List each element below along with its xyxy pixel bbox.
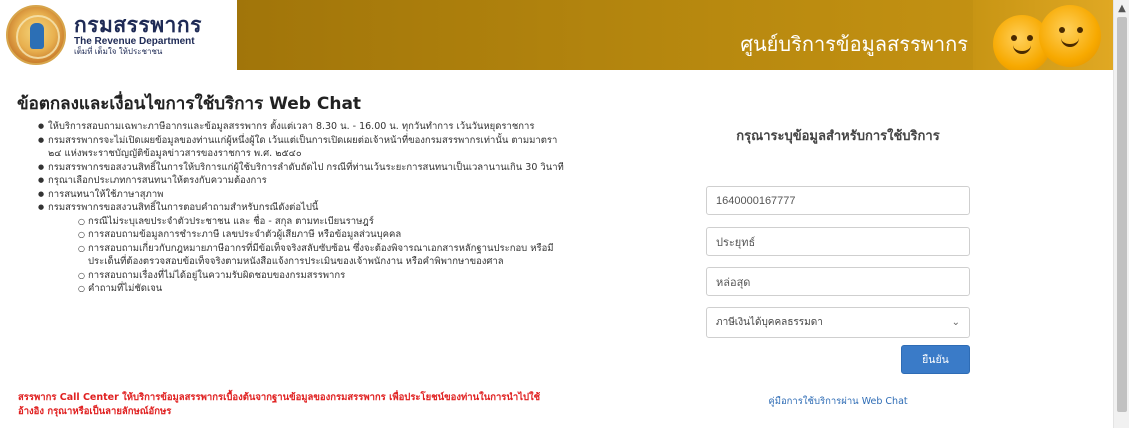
term-item: กรมสรรพากรจะไม่เปิดเผยข้อมูลของท่านแก่ผู… — [38, 134, 568, 161]
brand-area[interactable]: กรมสรรพากร The Revenue Department เต็มที… — [0, 0, 237, 70]
revenue-department-seal-icon — [6, 5, 66, 65]
term-item-exceptions: กรมสรรพากรขอสงวนสิทธิ์ในการตอบคำถามสำหรั… — [38, 201, 568, 296]
term-item: ให้บริการสอบถามเฉพาะภาษีอากรและข้อมูลสรร… — [38, 120, 568, 134]
first-name-input[interactable] — [706, 227, 970, 256]
exceptions-list: กรณีไม่ระบุเลขประจำตัวประชาชน และ ชื่อ -… — [78, 215, 568, 296]
term-item: กรุณาเลือกประเภทการสนทนาให้ตรงกับความต้อ… — [38, 174, 568, 188]
brand-text: กรมสรรพากร The Revenue Department เต็มที… — [74, 14, 202, 57]
exception-item: การสอบถามเกี่ยวกับกฎหมายภาษีอากรที่มีข้อ… — [78, 242, 568, 269]
chevron-down-icon: ⌄ — [951, 317, 960, 328]
user-manual-link[interactable]: คู่มือการใช้บริการผ่าน Web Chat — [706, 394, 970, 409]
term-item-text: กรมสรรพากรขอสงวนสิทธิ์ในการตอบคำถามสำหรั… — [48, 202, 319, 213]
banner-title: ศูนย์บริการข้อมูลสรรพากร — [740, 32, 968, 56]
page-scrollbar[interactable]: ▲ — [1113, 0, 1129, 428]
term-item: กรมสรรพากรขอสงวนสิทธิ์ในการให้บริการแก่ผ… — [38, 161, 568, 175]
last-name-input[interactable] — [706, 267, 970, 296]
form-title: กรุณาระบุข้อมูลสำหรับการใช้บริการ — [736, 129, 940, 144]
page-title: ข้อตกลงและเงื่อนไขการใช้บริการ Web Chat — [17, 94, 362, 114]
brand-name-thai: กรมสรรพากร — [74, 12, 202, 37]
call-center-notice: สรรพากร Call Center ให้บริการข้อมูลสรรพา… — [18, 392, 541, 417]
term-item: การสนทนาให้ใช้ภาษาสุภาพ — [38, 188, 568, 202]
submit-button[interactable]: ยืนยัน — [901, 345, 970, 374]
chat-category-selected: ภาษีเงินได้บุคคลธรรมดา — [716, 317, 823, 328]
scroll-up-arrow-icon[interactable]: ▲ — [1114, 0, 1129, 16]
mascot-icon — [973, 0, 1113, 70]
exception-item: การสอบถามเรื่องที่ไม่ได้อยู่ในความรับผิด… — [78, 269, 568, 283]
brand-slogan: เต็มที่ เต็มใจ ให้ประชาชน — [74, 46, 163, 56]
header-banner: ศูนย์บริการข้อมูลสรรพากร — [237, 0, 1113, 70]
exception-item: กรณีไม่ระบุเลขประจำตัวประชาชน และ ชื่อ -… — [78, 215, 568, 229]
scroll-thumb[interactable] — [1117, 17, 1127, 412]
terms-list: ให้บริการสอบถามเฉพาะภาษีอากรและข้อมูลสรร… — [38, 120, 568, 296]
mascot-right — [1039, 5, 1101, 67]
chat-category-select[interactable]: ภาษีเงินได้บุคคลธรรมดา ⌄ — [706, 307, 970, 338]
brand-name-english: The Revenue Department — [74, 35, 195, 47]
site-header: กรมสรรพากร The Revenue Department เต็มที… — [0, 0, 1113, 70]
national-id-input[interactable] — [706, 186, 970, 215]
exception-item: คำถามที่ไม่ชัดเจน — [78, 282, 568, 296]
exception-item: การสอบถามข้อมูลการชำระภาษี เลขประจำตัวผู… — [78, 228, 568, 242]
